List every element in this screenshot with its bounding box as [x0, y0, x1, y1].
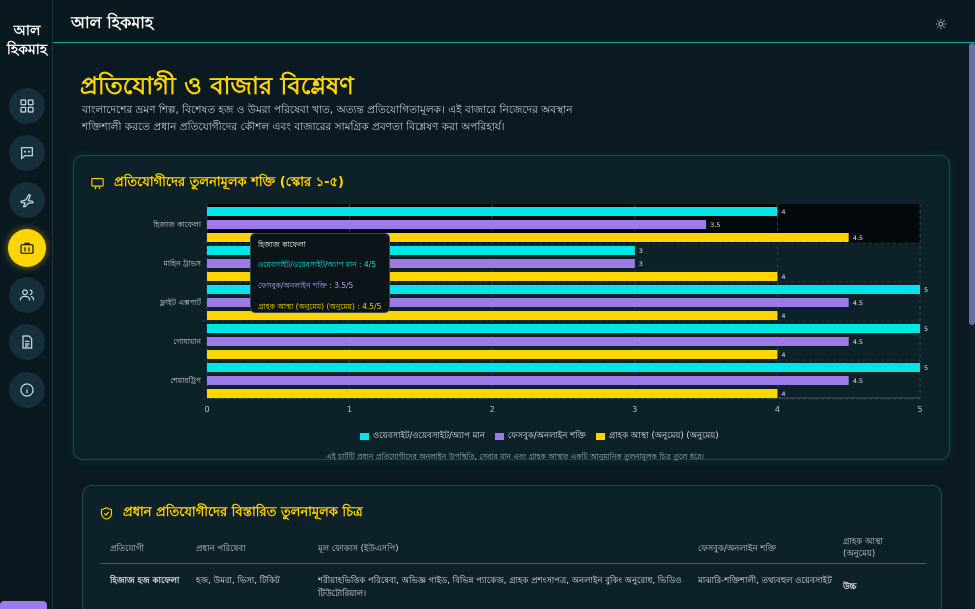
legend-swatch	[360, 432, 369, 440]
bar-value-label: 4	[781, 390, 785, 398]
legend-item[interactable]: ফেসবুক/অনলাইন শক্তি	[494, 429, 586, 443]
cell-online-strength: মাঝারি-শক্তিশালী, তথ্যবহুল ওয়েবসাইট	[698, 576, 832, 586]
bar	[207, 337, 849, 346]
table-header-divider	[100, 563, 926, 564]
x-tick-label: 0	[204, 405, 209, 414]
legend-item[interactable]: ওয়েবসাইট/ওয়েবসাইট/অ্যাপ মান	[360, 429, 485, 443]
bar-value-label: 4.5	[853, 377, 863, 385]
bar-value-label: 5	[924, 325, 928, 333]
shield-check-icon	[100, 507, 113, 520]
y-tick-label: হিজাজ কাফেলা	[152, 220, 202, 229]
table-card-heading: প্রধান প্রতিযোগীদের বিস্তারিত তুলনামূলক …	[99, 503, 363, 524]
bar	[207, 350, 778, 359]
bar	[207, 220, 707, 229]
bar-value-label: 3	[639, 260, 643, 268]
y-tick-label: ফ্লাইট এক্সপার্ট	[159, 297, 202, 307]
y-tick-label: গোযায়ান	[173, 337, 201, 346]
bar-value-label: 4	[781, 312, 785, 320]
bar-value-label: 4	[781, 273, 785, 281]
bar	[207, 324, 920, 333]
bar-value-label: 3	[639, 247, 643, 255]
table-header-trust: গ্রাহক আস্থা (অনুমেয়)	[843, 537, 883, 559]
tooltip-row-online: ফেসবুক/অনলাইন শক্তি : 3.5/5	[258, 281, 354, 290]
bar-value-label: 5	[924, 286, 928, 294]
bar	[207, 376, 849, 385]
legend-swatch	[494, 432, 504, 440]
bar-value-label: 4.5	[853, 234, 863, 242]
tooltip-row-website: ওয়েবসাইট/ওয়েবসাইট/অ্যাপ মান : 4/5	[258, 260, 377, 269]
cell-focus: শরীয়াহভিত্তিক পরিষেবা, অভিজ্ঞ গাইড, বিভ…	[318, 576, 682, 599]
bar-value-label: 5	[924, 364, 928, 372]
x-tick-label: 4	[775, 405, 780, 414]
bar-value-label: 3.5	[710, 221, 720, 229]
bar-value-label: 4	[781, 208, 785, 216]
cell-services: হজ, উমরা, ভিসা, টিকিট	[196, 576, 280, 586]
bar	[207, 207, 778, 216]
legend-swatch	[595, 432, 605, 440]
legend-item[interactable]: গ্রাহক আস্থা (অনুমেয়) (অনুমেয়)	[595, 429, 719, 443]
cell-competitor-name: হিজাজ হজ কাফেলা	[110, 576, 180, 586]
bar-value-label: 4.5	[853, 299, 863, 307]
x-tick-label: 1	[347, 405, 352, 414]
x-tick-label: 5	[917, 405, 922, 414]
chart-legend: ওয়েবসাইট/ওয়েবসাইট/অ্যাপ মান ফেসবুক/অনলা…	[360, 429, 719, 443]
chart-tooltip: হিজাজ কাফেলা ওয়েবসাইট/ওয়েবসাইট/অ্যাপ ম…	[250, 233, 390, 313]
legend-label: ওয়েবসাইট/ওয়েবসাইট/অ্যাপ মান	[373, 431, 485, 441]
bar-value-label: 4	[781, 351, 785, 359]
bar-value-label: 4.5	[853, 338, 863, 346]
table-header-competitor: প্রতিযোগী	[110, 544, 144, 554]
table-header-focus: মূল ফোকাস (ইউএসপি)	[318, 544, 399, 554]
x-tick-label: 2	[490, 405, 495, 414]
x-tick-label: 3	[632, 405, 637, 414]
table-card-title: প্রধান প্রতিযোগীদের বিস্তারিত তুলনামূলক …	[123, 505, 363, 520]
y-tick-label: মাহিন ট্রাভস	[163, 259, 202, 268]
cell-trust: উচ্চ	[843, 582, 857, 592]
bar	[207, 363, 920, 372]
legend-label: ফেসবুক/অনলাইন শক্তি	[507, 431, 586, 441]
table-header-services: প্রধান পরিষেবা	[196, 544, 246, 554]
bar	[207, 389, 778, 398]
tooltip-row-trust: গ্রাহক আস্থা (অনুমেয়) (অনুমেয়) : 4.5/5	[258, 302, 382, 311]
legend-label: গ্রাহক আস্থা (অনুমেয়) (অনুমেয়)	[608, 431, 719, 441]
tooltip-title: হিজাজ কাফেলা	[258, 240, 306, 249]
chart-note: এই চার্টটি প্রধান প্রতিযোগীদের অনলাইন উপ…	[326, 452, 704, 461]
table-header-online: ফেসবুক/অনলাইন শক্তি	[698, 544, 776, 554]
y-tick-label: শেয়ারট্রিপ	[170, 376, 202, 385]
